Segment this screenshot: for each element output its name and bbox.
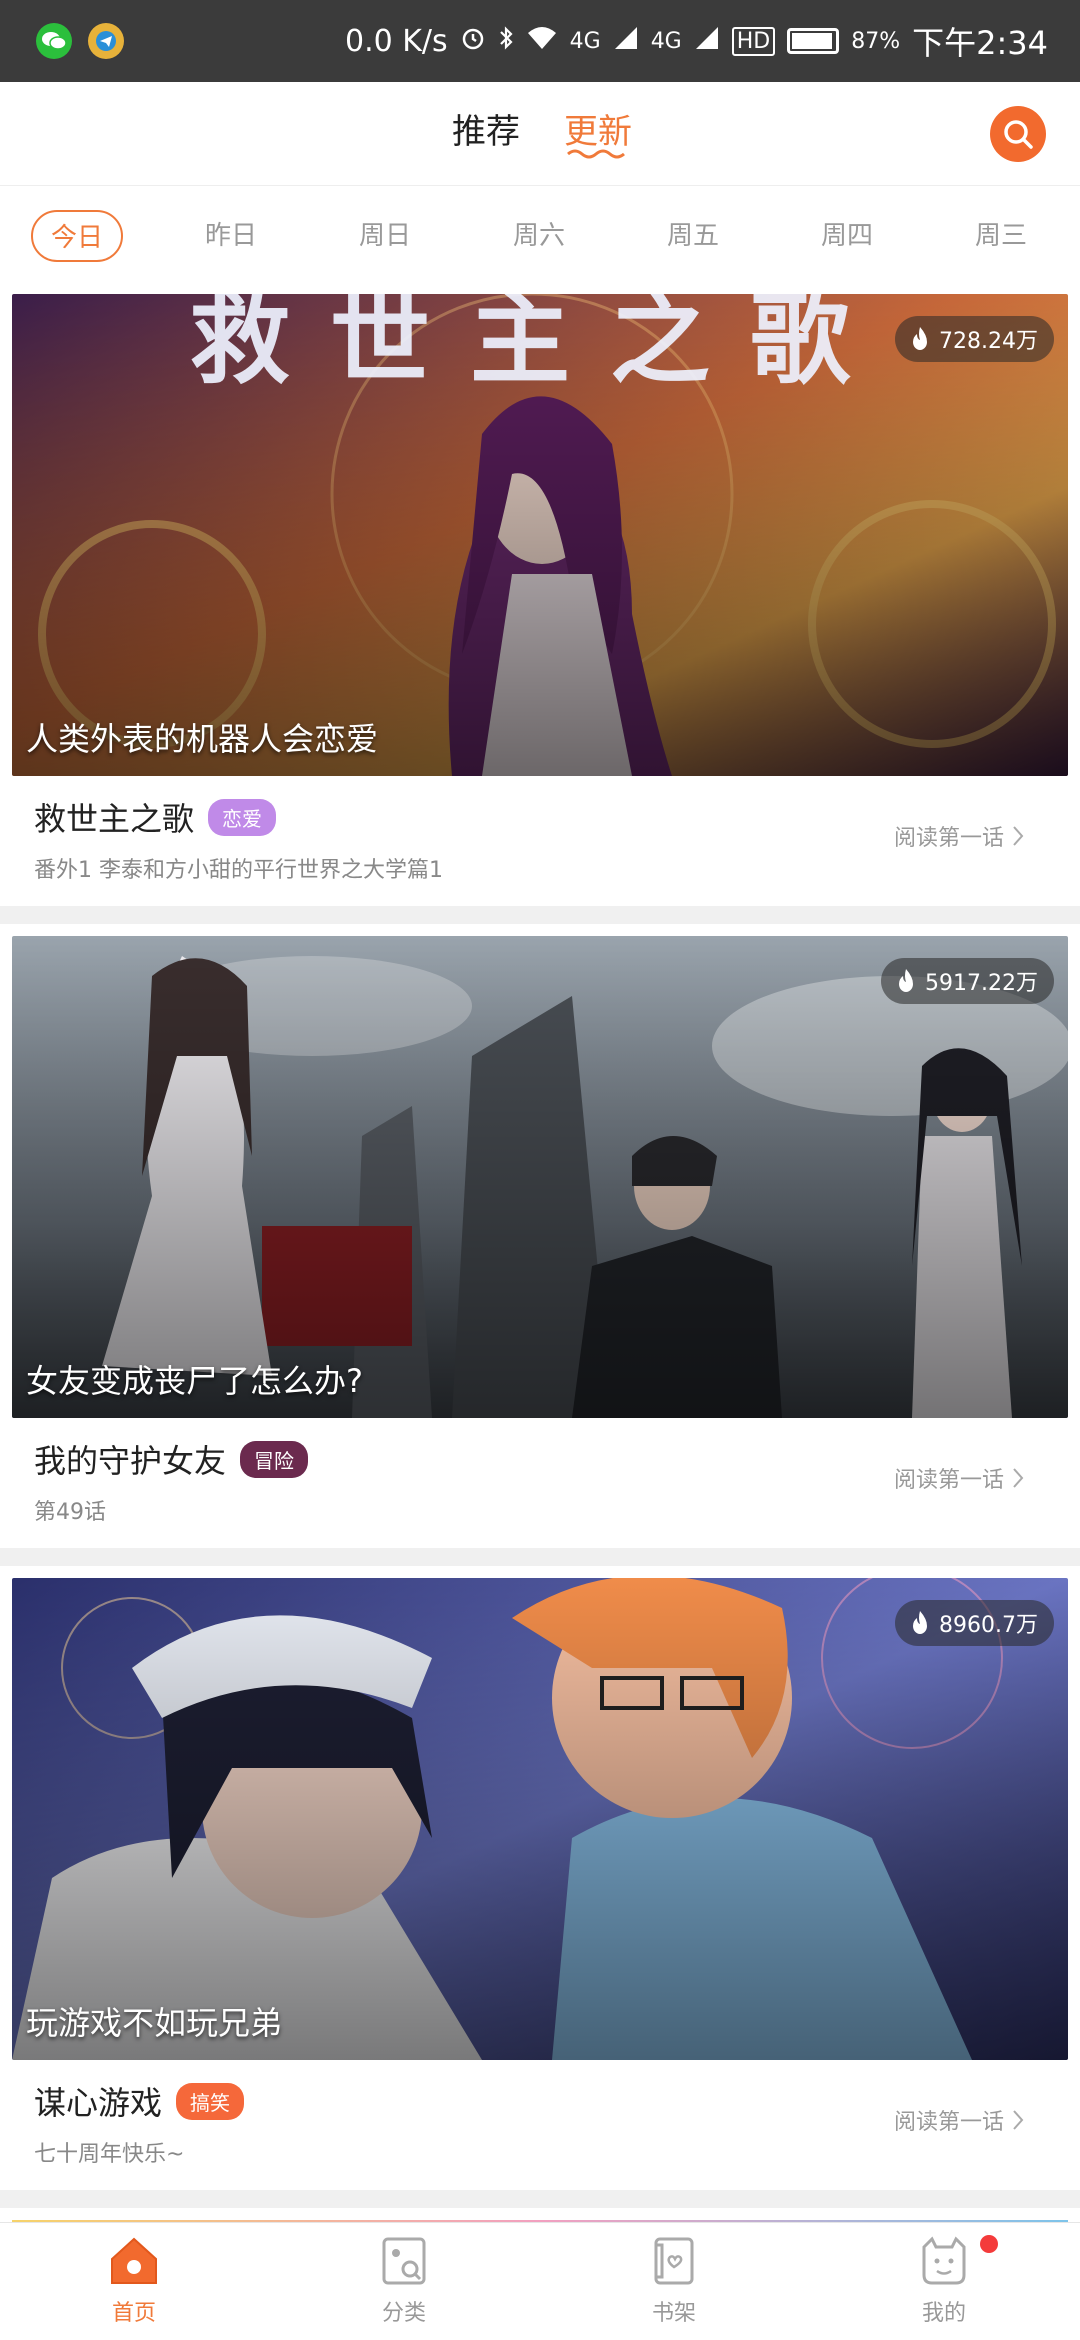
wechat-icon <box>36 23 72 59</box>
nav-bookshelf[interactable]: 书架 <box>614 2231 734 2327</box>
genre-tag: 恋爱 <box>208 798 277 836</box>
battery-icon <box>787 28 840 54</box>
cover-illustration <box>12 936 1068 1418</box>
bottom-nav: 首页 分类 书架 我的 <box>0 2222 1080 2340</box>
nav-category-label: 分类 <box>381 2301 426 2326</box>
day-sunday[interactable]: 周日 <box>340 210 430 262</box>
read-first-chapter-button[interactable]: 阅读第一话 <box>894 2104 1024 2136</box>
comic-card[interactable]: 救世主之歌 728.24万 人类外表的机器人会恋爱 救世主之歌 恋爱 番外1 李… <box>0 282 1080 906</box>
profile-icon <box>922 2236 966 2285</box>
popularity-count: 728.24万 <box>939 329 1038 354</box>
signal-icon-2 <box>694 24 720 59</box>
read-first-chapter-label: 阅读第一话 <box>893 826 1004 851</box>
home-icon <box>111 2237 157 2284</box>
cover-caption: 女友变成丧尸了怎么办? <box>26 1362 363 1400</box>
cover-illustration <box>12 1578 1068 2060</box>
weekday-filter: 今日 昨日 周日 周六 周五 周四 周三 <box>0 186 1080 282</box>
popularity-count: 8960.7万 <box>939 1613 1038 1638</box>
popularity-badge: 728.24万 <box>895 316 1054 362</box>
cover-title-art: 救世主之歌 <box>190 294 890 398</box>
bookshelf-icon <box>654 2237 694 2285</box>
comic-cover[interactable]: 救世主之歌 728.24万 人类外表的机器人会恋爱 <box>12 294 1068 776</box>
chevron-right-icon <box>1013 1468 1024 1488</box>
telegram-icon <box>88 23 124 59</box>
nav-category[interactable]: 分类 <box>344 2231 464 2327</box>
network-speed: 0.0 K/s <box>344 23 448 59</box>
comic-card[interactable] <box>0 2208 1080 2222</box>
search-button[interactable] <box>990 106 1046 162</box>
comic-info: 我的守护女友 冒险 第49话 阅读第一话 <box>34 1436 1044 1536</box>
read-first-chapter-label: 阅读第一话 <box>893 1468 1004 1493</box>
flame-icon <box>899 969 914 992</box>
read-first-chapter-button[interactable]: 阅读第一话 <box>894 1462 1024 1494</box>
genre-tag: 冒险 <box>240 1440 309 1478</box>
latest-chapter: 番外1 李泰和方小甜的平行世界之大学篇1 <box>34 858 443 883</box>
nav-home-label: 首页 <box>111 2301 156 2326</box>
tab-update[interactable]: 更新 <box>564 104 632 153</box>
bluetooth-icon <box>498 24 514 59</box>
genre-tag: 搞笑 <box>176 2082 245 2120</box>
latest-chapter: 七十周年快乐~ <box>34 2142 185 2167</box>
comic-title[interactable]: 谋心游戏 <box>34 2078 162 2124</box>
category-icon <box>382 2237 426 2285</box>
comic-feed[interactable]: 救世主之歌 728.24万 人类外表的机器人会恋爱 救世主之歌 恋爱 番外1 李… <box>0 282 1080 2222</box>
nav-home[interactable]: 首页 <box>74 2231 194 2327</box>
day-thursday[interactable]: 周四 <box>802 210 892 262</box>
chevron-right-icon <box>1013 2110 1024 2130</box>
comic-card[interactable]: 8960.7万 玩游戏不如玩兄弟 谋心游戏 搞笑 七十周年快乐~ 阅读第一话 <box>0 1566 1080 2190</box>
read-first-chapter-button[interactable]: 阅读第一话 <box>894 820 1024 852</box>
chevron-right-icon <box>1013 826 1024 846</box>
notification-dot <box>980 2235 998 2253</box>
status-indicators: 0.0 K/s 4G 4G HD 87% 下午2:34 <box>345 18 1048 64</box>
network-type-1: 4G <box>569 28 601 54</box>
comic-card[interactable]: 5917.22万 女友变成丧尸了怎么办? 我的守护女友 冒险 第49话 阅读第一… <box>0 924 1080 1548</box>
clock: 下午2:34 <box>912 24 1048 62</box>
battery-percent: 87% <box>851 28 901 54</box>
day-yesterday[interactable]: 昨日 <box>186 210 276 262</box>
cover-caption: 玩游戏不如玩兄弟 <box>26 2004 283 2042</box>
flame-icon <box>913 1611 928 1634</box>
active-tab-indicator <box>567 149 625 159</box>
tab-recommend[interactable]: 推荐 <box>452 104 520 153</box>
top-nav: 推荐 更新 <box>0 82 1080 186</box>
flame-icon <box>913 327 928 350</box>
signal-icon-1 <box>613 24 639 59</box>
comic-cover[interactable]: 5917.22万 女友变成丧尸了怎么办? <box>12 936 1068 1418</box>
popularity-count: 5917.22万 <box>925 971 1038 996</box>
day-friday[interactable]: 周五 <box>648 210 738 262</box>
status-bar: 0.0 K/s 4G 4G HD 87% 下午2:34 <box>0 0 1080 82</box>
comic-info: 谋心游戏 搞笑 七十周年快乐~ 阅读第一话 <box>34 2078 1044 2178</box>
hd-badge: HD <box>731 26 776 56</box>
latest-chapter: 第49话 <box>34 1500 106 1525</box>
nav-mine-label: 我的 <box>921 2301 966 2326</box>
nav-bookshelf-label: 书架 <box>651 2301 696 2326</box>
wifi-icon <box>526 24 558 59</box>
comic-cover[interactable]: 8960.7万 玩游戏不如玩兄弟 <box>12 1578 1068 2060</box>
popularity-badge: 5917.22万 <box>881 958 1054 1004</box>
cover-caption: 人类外表的机器人会恋爱 <box>26 720 379 758</box>
comic-title[interactable]: 救世主之歌 <box>34 794 194 840</box>
status-notifications <box>36 23 124 59</box>
popularity-badge: 8960.7万 <box>895 1600 1054 1646</box>
read-first-chapter-label: 阅读第一话 <box>893 2110 1004 2135</box>
alarm-icon <box>460 24 486 59</box>
comic-info: 救世主之歌 恋爱 番外1 李泰和方小甜的平行世界之大学篇1 阅读第一话 <box>34 794 1044 894</box>
search-icon <box>1004 120 1033 149</box>
day-wednesday[interactable]: 周三 <box>956 210 1046 262</box>
cover-illustration: 救世主之歌 <box>12 294 1068 776</box>
network-type-2: 4G <box>650 28 682 54</box>
day-today[interactable]: 今日 <box>31 210 123 262</box>
day-saturday[interactable]: 周六 <box>494 210 584 262</box>
comic-title[interactable]: 我的守护女友 <box>34 1436 226 1482</box>
